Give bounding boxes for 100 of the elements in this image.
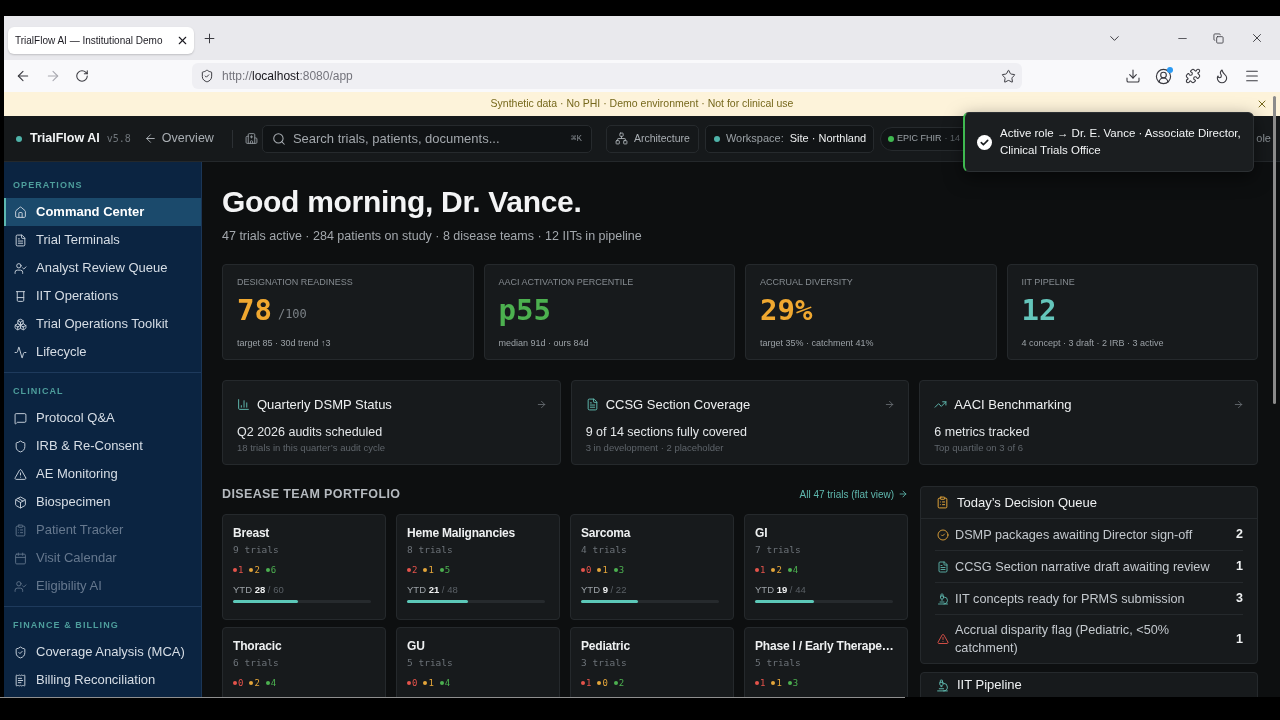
ytd-text: YTD 21 / 48 xyxy=(407,584,459,596)
calendar-icon xyxy=(14,551,27,565)
account-icon[interactable] xyxy=(1155,67,1172,85)
card-headline: 6 metrics tracked xyxy=(934,423,1031,440)
team-name: GI xyxy=(755,525,769,541)
flame-icon[interactable] xyxy=(1214,68,1230,84)
team-card[interactable]: GI 7 trials 1 2 4 YTD 19 / 44 xyxy=(744,514,908,620)
url-text: http://localhost:8080/app xyxy=(222,68,353,85)
overview-link[interactable]: Overview xyxy=(143,129,214,148)
role-button[interactable]: ole xyxy=(1256,130,1271,147)
nav-item[interactable]: IIT Operations xyxy=(4,282,201,310)
team-card[interactable]: Breast 9 trials 1 2 6 YTD 28 / 60 xyxy=(222,514,386,620)
kpi-value: 29% xyxy=(760,293,813,327)
team-card[interactable]: Sarcoma 4 trials 0 1 3 YTD 9 / 22 xyxy=(570,514,734,620)
clipboard-icon xyxy=(936,496,949,509)
reload-icon[interactable] xyxy=(75,69,89,83)
user-check-icon xyxy=(14,261,27,275)
kpi-value: p55 xyxy=(498,293,551,327)
nav-item[interactable]: Lifecycle xyxy=(4,338,201,366)
nav-item[interactable]: Trial Operations Toolkit xyxy=(4,310,201,338)
nav-item[interactable]: IRB & Re-Consent xyxy=(4,432,201,460)
star-icon[interactable] xyxy=(1001,68,1016,84)
package-icon xyxy=(14,495,27,509)
shield-check-icon xyxy=(14,645,27,659)
menu-icon[interactable] xyxy=(1244,68,1260,84)
queue-item-text[interactable]: DSMP packages awaiting Director sign-off xyxy=(955,525,1223,544)
arrow-right-icon xyxy=(535,399,547,411)
status-count: 0 xyxy=(602,677,608,689)
nav-item[interactable]: Trial Terminals xyxy=(4,226,201,254)
card-note: 3 in development · 2 placeholder xyxy=(585,440,725,454)
nav-item[interactable]: Command Center xyxy=(4,198,201,226)
plus-icon[interactable] xyxy=(202,30,217,46)
card-title: CCSG Section Coverage xyxy=(605,396,751,414)
status-count: 5 xyxy=(444,564,451,576)
status-count: 2 xyxy=(254,564,260,576)
status-count: 1 xyxy=(586,677,592,689)
kpi-note: 4 concept · 3 draft · 2 IRB · 3 active xyxy=(1021,337,1165,349)
hospital-icon[interactable] xyxy=(244,132,258,145)
trial-count: 5 trials xyxy=(407,657,454,669)
card-title: Quarterly DSMP Status xyxy=(257,396,392,414)
document-icon xyxy=(585,398,599,412)
team-name: Heme Malignancies xyxy=(407,525,516,541)
house-icon xyxy=(14,205,27,219)
nav-item[interactable]: Analyst Review Queue xyxy=(4,254,201,282)
team-card[interactable]: Phase I / Early Therape… 5 trials 1 1 3 xyxy=(744,627,908,697)
kpi-note: target 35% · catchment 41% xyxy=(760,337,875,349)
version-label: v5.8 xyxy=(106,132,131,146)
queue-count: 3 xyxy=(1235,590,1243,608)
architecture-button[interactable]: Architecture xyxy=(605,124,699,153)
trial-count: 6 trials xyxy=(233,657,280,669)
shield-icon xyxy=(14,439,27,453)
beaker-icon xyxy=(14,289,27,303)
team-card[interactable]: GU 5 trials 0 1 4 xyxy=(396,627,560,697)
status-count: 0 xyxy=(586,564,592,576)
status-count: 0 xyxy=(238,677,244,689)
nav-item[interactable]: Coverage Analysis (MCA) xyxy=(4,638,201,666)
back-icon[interactable] xyxy=(15,68,31,84)
status-count: 1 xyxy=(428,564,434,576)
card-headline: Q2 2026 audits scheduled xyxy=(237,423,384,440)
nav-item[interactable]: Billing Reconciliation xyxy=(4,666,201,694)
team-card[interactable]: Thoracic 6 trials 0 2 4 xyxy=(222,627,386,697)
nav-item[interactable]: Biospecimen xyxy=(4,488,201,516)
summary-card[interactable]: CCSG Section Coverage 9 of 14 sections fully covered 3 in development · 2 placeholder xyxy=(570,380,910,465)
team-card[interactable]: Heme Malignancies 8 trials 2 1 5 YTD 21 / 48 xyxy=(396,514,560,620)
arrow-right-icon xyxy=(1233,399,1244,411)
scrollbar-thumb[interactable] xyxy=(1273,96,1276,404)
close-icon[interactable] xyxy=(1250,31,1264,45)
team-card[interactable]: Pediatric 3 trials 1 0 2 xyxy=(570,627,734,697)
summary-card[interactable]: AACI Benchmarking 6 metrics tracked Top quartile on 3 of 6 xyxy=(919,380,1258,465)
queue-item-text[interactable]: Accrual disparity flag (Pediatric, <50% catchment) xyxy=(955,621,1223,657)
puzzle-icon[interactable] xyxy=(1185,68,1201,84)
trial-count: 5 trials xyxy=(755,657,802,669)
search-icon xyxy=(271,131,286,146)
queue-item-text[interactable]: IIT concepts ready for PRMS submission xyxy=(955,589,1223,608)
team-name: Sarcoma xyxy=(581,525,632,541)
section-title: OPERATIONS xyxy=(12,179,84,191)
download-icon[interactable] xyxy=(1125,68,1141,84)
restore-icon[interactable] xyxy=(1213,32,1224,44)
ytd-text: YTD 28 / 60 xyxy=(233,584,285,596)
microscope-icon xyxy=(936,679,949,692)
browser-tab[interactable]: TrialFlow AI — Institutional Demo xyxy=(8,26,194,54)
status-count: 2 xyxy=(412,564,418,576)
nav-item[interactable]: Protocol Q&A xyxy=(4,404,201,432)
status-count: 2 xyxy=(254,677,260,689)
boxes-icon xyxy=(14,317,27,331)
toast-message: Active role → Dr. E. Vance · Associate Director, Clinical Trials Office xyxy=(1000,126,1242,158)
status-count: 2 xyxy=(618,677,625,689)
workspace-selector[interactable]: Workspace: Site · Northland xyxy=(704,124,874,153)
status-count: 2 xyxy=(776,564,782,576)
flat-view-link[interactable]: All 47 trials (flat view) xyxy=(799,486,908,502)
iit-pipeline-card[interactable]: IIT Pipeline xyxy=(920,672,1258,697)
kpi-label: IIT PIPELINE xyxy=(1021,276,1076,288)
pulse-icon xyxy=(14,345,27,359)
bar-chart-icon xyxy=(237,398,250,412)
queue-item-text[interactable]: CCSG Section narrative draft awaiting review xyxy=(955,557,1223,576)
url-field[interactable]: http://localhost:8080/app xyxy=(192,63,1022,89)
nav-item[interactable]: AE Monitoring xyxy=(4,460,201,488)
clipboard-icon xyxy=(14,523,27,537)
ytd-text: YTD 9 / 22 xyxy=(581,584,628,596)
status-count: 1 xyxy=(428,677,434,689)
